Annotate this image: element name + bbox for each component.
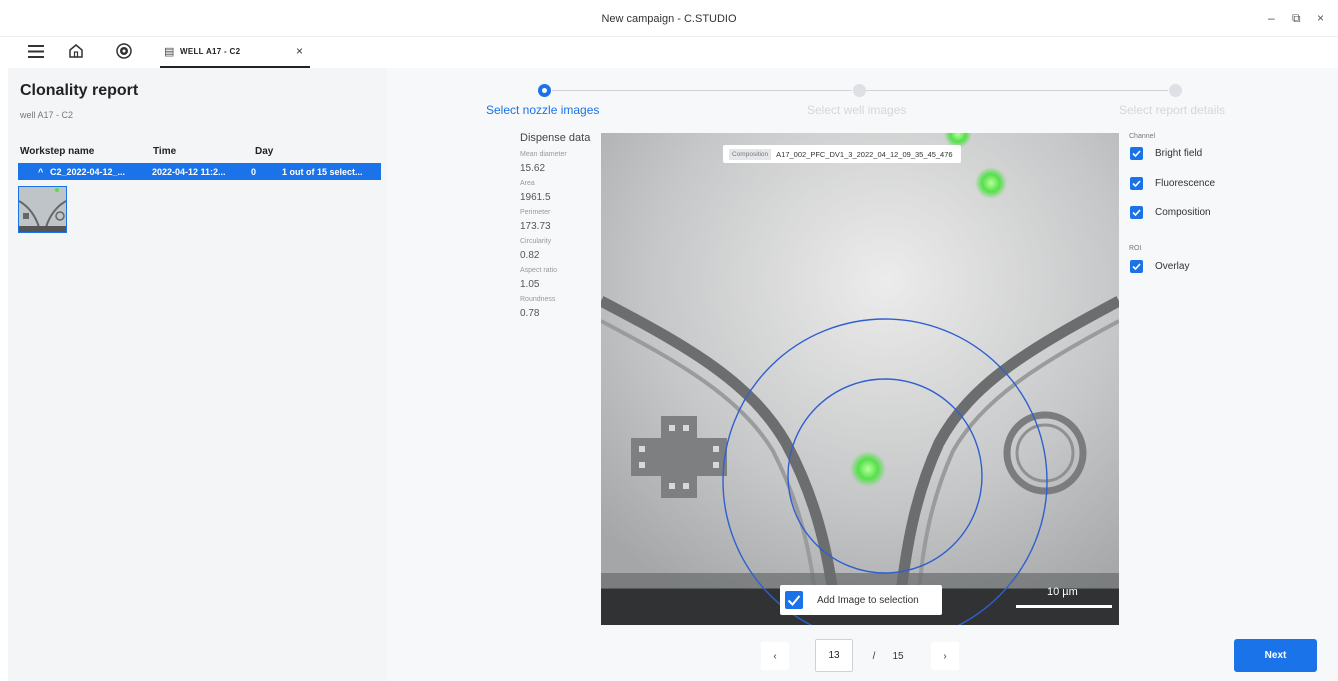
stepper: Select nozzle images Select well images … [386, 68, 1338, 118]
metric-value: 173.73 [520, 221, 551, 232]
sidebar: Clonality report well A17 - C2 Workstep … [8, 68, 386, 681]
channel-label: Bright field [1155, 148, 1203, 159]
metric-label: Perimeter [520, 209, 551, 216]
nozzle-image-canvas [601, 133, 1119, 625]
close-window-icon[interactable]: × [1317, 11, 1324, 25]
image-thumbnail[interactable] [18, 186, 67, 233]
metric-label: Area [520, 180, 535, 187]
main-panel: Select nozzle images Select well images … [386, 68, 1338, 681]
check-icon [1132, 150, 1141, 158]
step-label-report[interactable]: Select report details [1119, 103, 1225, 117]
column-header-time[interactable]: Time [153, 146, 176, 157]
row-name: C2_2022-04-12_... [50, 167, 126, 177]
tab-close-icon[interactable]: × [296, 44, 303, 58]
add-to-selection[interactable]: Add Image to selection [780, 585, 942, 615]
metric-value: 0.82 [520, 250, 540, 261]
check-icon [1132, 263, 1141, 271]
tab-bar: ▤ WELL A17 - C2 × [0, 37, 1338, 68]
roi-overlay[interactable]: Overlay [1130, 260, 1189, 273]
checkbox[interactable] [1130, 206, 1143, 219]
column-header-day[interactable]: Day [255, 146, 273, 157]
metric-label: Roundness [520, 296, 556, 303]
step-label-well[interactable]: Select well images [807, 103, 906, 117]
roi-label: Overlay [1155, 261, 1190, 272]
settings-icon[interactable] [114, 41, 134, 61]
composition-label: Composition A17_002_PFC_DV1_3_2022_04_12… [723, 145, 961, 163]
table-row[interactable]: ^ C2_2022-04-12_... 2022-04-12 11:2... 0… [18, 163, 381, 180]
channel-label: Composition [1155, 207, 1211, 218]
row-time: 2022-04-12 11:2... [152, 167, 226, 177]
row-day: 0 [251, 167, 257, 177]
prev-page-button[interactable]: ‹ [761, 642, 789, 670]
composition-tag: Composition [729, 148, 772, 160]
check-icon [1132, 209, 1141, 217]
step-dot-active [538, 84, 551, 97]
scale-bar [1016, 605, 1112, 608]
restore-icon[interactable]: ⧉ [1292, 11, 1301, 26]
metric-label: Mean diameter [520, 151, 567, 158]
tab-label: WELL A17 - C2 [180, 47, 241, 56]
next-button[interactable]: Next [1234, 639, 1317, 672]
minimize-icon[interactable]: – [1268, 11, 1275, 25]
checkbox[interactable] [1130, 260, 1143, 273]
step-connector [866, 90, 1168, 91]
column-header-workstep[interactable]: Workstep name [20, 146, 94, 157]
metric-value: 1961.5 [520, 192, 551, 203]
metric-label: Circularity [520, 238, 552, 245]
page-total: 15 [892, 650, 904, 662]
document-icon: ▤ [164, 46, 175, 58]
tab-well[interactable]: ▤ WELL A17 - C2 × [160, 37, 310, 68]
channel-bright-field[interactable]: Bright field [1130, 147, 1202, 160]
check-icon [787, 595, 801, 606]
add-selection-label: Add Image to selection [817, 595, 919, 606]
checkbox[interactable] [1130, 147, 1143, 160]
scale-label: 10 µm [1047, 586, 1078, 598]
title-bar: New campaign - C.STUDIO – ⧉ × [0, 0, 1338, 37]
metric-value: 0.78 [520, 308, 540, 319]
channel-fluorescence[interactable]: Fluorescence [1130, 177, 1215, 190]
page-number-input[interactable]: 13 [815, 639, 853, 672]
dispense-title: Dispense data [520, 132, 591, 144]
page-subtitle: well A17 - C2 [20, 110, 74, 120]
composition-name: A17_002_PFC_DV1_3_2022_04_12_09_35_45_47… [776, 149, 953, 159]
next-page-button[interactable]: › [931, 642, 959, 670]
page-title: Clonality report [20, 82, 139, 99]
add-selection-checkbox[interactable] [785, 591, 803, 609]
step-dot [1169, 84, 1182, 97]
channel-heading: Channel [1129, 133, 1156, 140]
channel-label: Fluorescence [1155, 178, 1216, 189]
metric-value: 15.62 [520, 163, 546, 174]
expand-icon[interactable]: ^ [38, 167, 43, 177]
step-connector [552, 90, 852, 91]
step-label-nozzle[interactable]: Select nozzle images [486, 103, 599, 117]
roi-heading: ROI [1129, 245, 1142, 252]
menu-icon[interactable] [26, 41, 46, 61]
row-selection: 1 out of 15 select... [282, 167, 363, 177]
nozzle-image[interactable]: Composition A17_002_PFC_DV1_3_2022_04_12… [601, 133, 1119, 625]
dispense-data: Dispense data Mean diameter 15.62 Area 1… [520, 132, 590, 319]
step-dot [853, 84, 866, 97]
channel-composition[interactable]: Composition [1130, 206, 1211, 219]
check-icon [1132, 180, 1141, 188]
window-title: New campaign - C.STUDIO [601, 13, 737, 25]
metric-value: 1.05 [520, 279, 540, 290]
home-icon[interactable] [66, 41, 86, 61]
checkbox[interactable] [1130, 177, 1143, 190]
metric-label: Aspect ratio [520, 267, 557, 274]
